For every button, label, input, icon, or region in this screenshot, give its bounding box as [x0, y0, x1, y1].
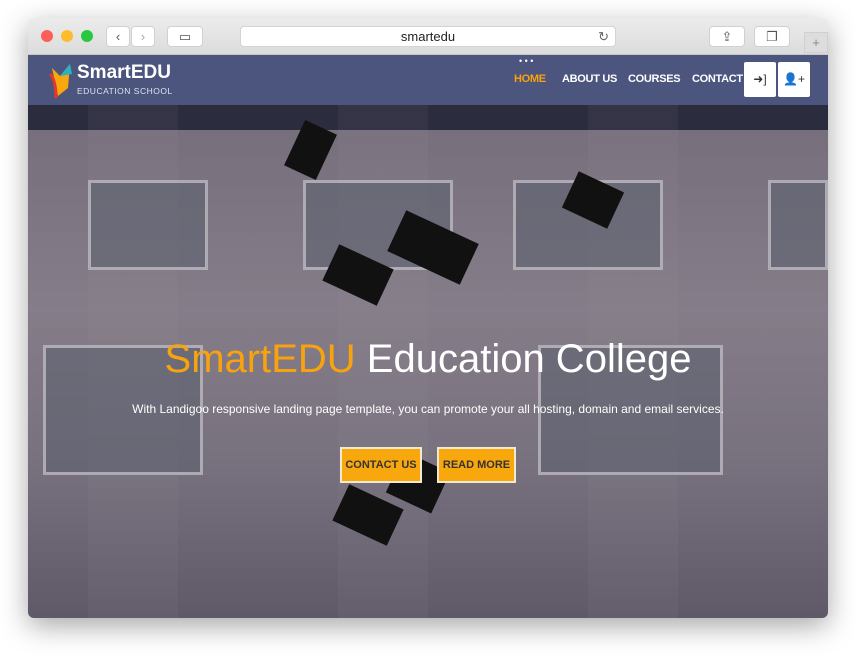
- nav-about-us[interactable]: ABOUT US: [562, 73, 617, 85]
- back-icon[interactable]: ‹: [106, 26, 130, 47]
- sidebar-icon[interactable]: ▭: [167, 26, 203, 47]
- hero-title-rest: Education College: [355, 337, 692, 381]
- sign-in-icon[interactable]: ➜]: [744, 62, 776, 97]
- browser-toolbar: ‹ › ▭ smartedu ↻ ⇪ ❐ +: [28, 18, 828, 55]
- close-window-button[interactable]: [41, 30, 53, 42]
- hero-subtitle: With Landigoo responsive landing page te…: [132, 402, 724, 416]
- new-tab-icon[interactable]: +: [804, 32, 828, 53]
- tabs-icon[interactable]: ❐: [754, 26, 790, 47]
- hero-title-accent: SmartEDU: [164, 337, 356, 381]
- nav-courses[interactable]: COURSES: [628, 73, 681, 85]
- site-navbar: SmartEDU EDUCATION SCHOOL • • • HOME ABO…: [28, 55, 828, 105]
- graduation-cap: [284, 119, 337, 181]
- url-text: smartedu: [400, 29, 456, 44]
- hero-section: SmartEDU Education College With Landigoo…: [28, 105, 828, 618]
- read-more-button[interactable]: READ MORE: [437, 447, 516, 483]
- user-plus-icon[interactable]: 👤+: [778, 62, 810, 97]
- zoom-window-button[interactable]: [81, 30, 93, 42]
- minimize-window-button[interactable]: [61, 30, 73, 42]
- hero-title: SmartEDU Education College: [28, 337, 828, 382]
- active-indicator: • • •: [519, 56, 534, 66]
- forward-icon[interactable]: ›: [131, 26, 155, 47]
- brand-name[interactable]: SmartEDU: [77, 62, 171, 84]
- building-window: [88, 180, 208, 270]
- address-bar[interactable]: smartedu ↻: [240, 26, 616, 47]
- share-icon[interactable]: ⇪: [709, 26, 745, 47]
- brand-tagline: EDUCATION SCHOOL: [77, 86, 173, 96]
- browser-window: ‹ › ▭ smartedu ↻ ⇪ ❐ + SmartEDU EDUCATION…: [28, 18, 828, 618]
- building-window: [768, 180, 828, 270]
- contact-us-button[interactable]: CONTACT US: [340, 447, 422, 483]
- nav-contact[interactable]: CONTACT: [692, 73, 743, 85]
- nav-home[interactable]: HOME: [514, 73, 546, 85]
- logo-icon: [48, 64, 72, 99]
- reload-icon[interactable]: ↻: [598, 27, 609, 47]
